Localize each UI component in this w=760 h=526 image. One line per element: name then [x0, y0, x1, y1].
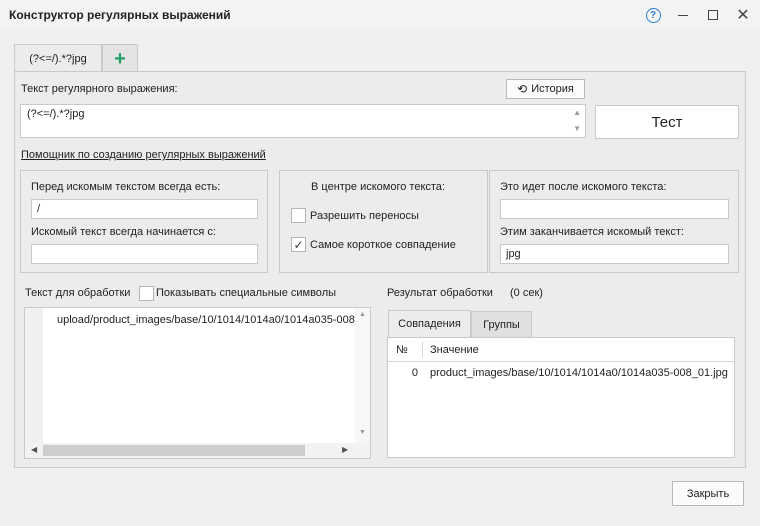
minimize-button[interactable]: [670, 4, 696, 26]
maximize-button[interactable]: [700, 4, 726, 26]
show-special-checkbox[interactable]: [139, 286, 154, 301]
starts-input[interactable]: [31, 244, 258, 264]
after-label: Это идет после искомого текста:: [500, 181, 667, 193]
maximize-icon: [708, 10, 718, 20]
close-button[interactable]: Закрыть: [672, 481, 744, 506]
tab-groups[interactable]: Группы: [471, 311, 532, 337]
regex-label: Текст регулярного выражения:: [21, 83, 178, 95]
history-button-label: История: [531, 83, 574, 95]
help-icon: ?: [645, 7, 661, 23]
close-window-button[interactable]: ✕: [730, 4, 756, 26]
ends-input[interactable]: jpg: [500, 244, 729, 264]
close-icon: ✕: [736, 7, 750, 24]
allow-breaks-label: Разрешить переносы: [310, 210, 419, 222]
input-text-area[interactable]: upload/product_images/base/10/1014/1014a…: [24, 307, 371, 459]
minimize-icon: [678, 14, 688, 16]
scroll-up-icon[interactable]: ▲: [359, 311, 366, 318]
tab-groups-label: Группы: [483, 318, 520, 331]
history-icon: ⟲: [517, 82, 528, 96]
scroll-down-icon[interactable]: ▼: [359, 429, 366, 436]
window-title: Конструктор регулярных выражений: [9, 8, 231, 22]
column-header-num[interactable]: №: [396, 344, 408, 356]
scroll-thumb[interactable]: [43, 445, 305, 456]
ends-label: Этим заканчивается искомый текст:: [500, 226, 684, 238]
plus-icon: +: [114, 47, 126, 70]
horizontal-scrollbar[interactable]: ◀ ▶: [25, 443, 370, 458]
test-button-label: Тест: [651, 113, 683, 131]
column-header-value[interactable]: Значение: [430, 344, 479, 356]
scroll-up-icon[interactable]: ▲: [573, 108, 581, 117]
result-time: (0 сек): [510, 287, 543, 299]
show-special-label: Показывать специальные символы: [156, 287, 337, 299]
checkmark-icon: ✓: [293, 237, 304, 252]
vertical-scrollbar[interactable]: ▲ ▼: [355, 308, 370, 443]
ends-value: jpg: [506, 248, 521, 260]
tab-regex[interactable]: (?<=/).*?jpg: [14, 44, 102, 72]
shortest-match-checkbox[interactable]: ✓: [291, 237, 306, 252]
shortest-match-label: Самое короткое совпадение: [310, 239, 456, 251]
test-button[interactable]: Тест: [595, 105, 739, 139]
tab-matches-label: Совпадения: [398, 318, 461, 330]
helper-link[interactable]: Помощник по созданию регулярных выражени…: [21, 149, 266, 161]
scroll-right-icon[interactable]: ▶: [342, 445, 348, 454]
tab-regex-label: (?<=/).*?jpg: [29, 52, 87, 65]
regex-value: (?<=/).*?jpg: [27, 108, 85, 120]
table-row[interactable]: 0 product_images/base/10/1014/1014a0/101…: [388, 364, 734, 382]
regex-input[interactable]: (?<=/).*?jpg ▲ ▼: [20, 104, 586, 138]
row-num: 0: [411, 367, 418, 379]
table-header: № Значение: [388, 338, 734, 362]
close-button-label: Закрыть: [686, 487, 730, 500]
scroll-left-icon[interactable]: ◀: [31, 445, 37, 454]
column-divider: [422, 342, 423, 358]
results-table: № Значение 0 product_images/base/10/1014…: [387, 337, 735, 458]
after-input[interactable]: [500, 199, 729, 219]
tab-matches[interactable]: Совпадения: [388, 310, 471, 337]
before-always-input[interactable]: /: [31, 199, 258, 219]
row-value: product_images/base/10/1014/1014a0/1014a…: [430, 367, 728, 379]
starts-label: Искомый текст всегда начинается с:: [31, 226, 216, 238]
input-text-value: upload/product_images/base/10/1014/1014a…: [57, 314, 371, 326]
history-button[interactable]: ⟲ История: [506, 79, 585, 99]
input-text-label: Текст для обработки: [25, 287, 131, 299]
result-label: Результат обработки: [387, 287, 493, 299]
help-button[interactable]: ?: [640, 4, 666, 26]
add-tab-button[interactable]: +: [102, 44, 138, 72]
allow-breaks-checkbox[interactable]: [291, 208, 306, 223]
before-always-value: /: [37, 203, 41, 215]
scroll-down-icon[interactable]: ▼: [573, 124, 581, 133]
before-always-label: Перед искомым текстом всегда есть:: [31, 181, 221, 193]
center-label: В центре искомого текста:: [311, 181, 445, 193]
line-gutter: [25, 308, 43, 443]
